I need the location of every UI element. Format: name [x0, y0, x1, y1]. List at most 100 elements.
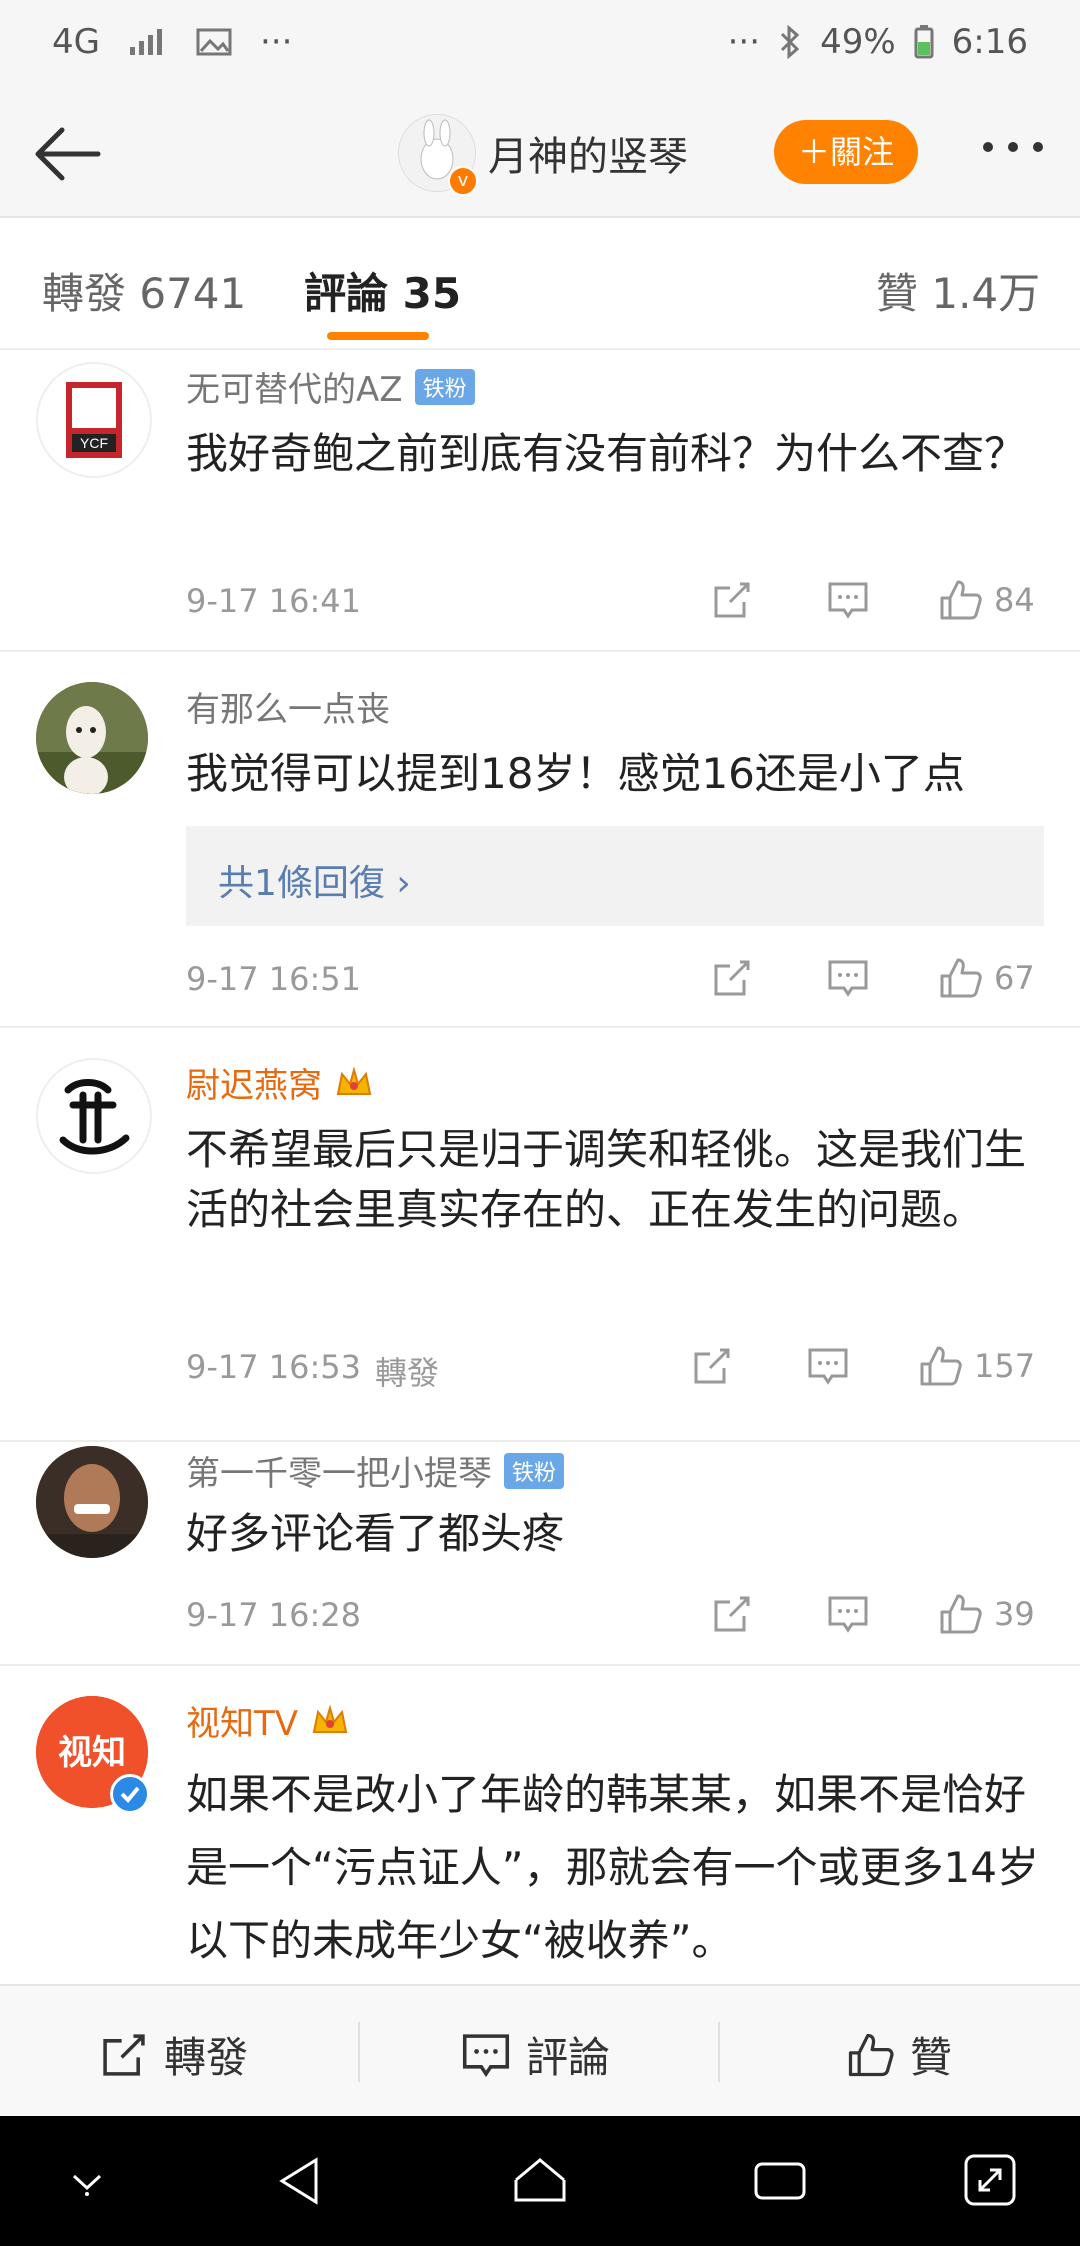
like-count: 67 — [994, 959, 1035, 997]
status-bar: 4G ··· ··· 49% 6:16 — [0, 0, 1080, 92]
comment-text: 不希望最后只是归于调笑和轻佻。这是我们生活的社会里真实存在的、正在发生的问题。 — [186, 1125, 1027, 1234]
avatar-image: YCF — [66, 382, 122, 458]
comment-text: 我好奇鲍之前到底有没有前科？为什么不查？ — [186, 429, 1027, 478]
comment-time: 9-17 16:28 — [186, 1596, 362, 1634]
thumbs-up-icon — [920, 1346, 962, 1386]
clock: 6:16 — [951, 22, 1028, 62]
reply-count-link[interactable]: 共1條回復 › — [218, 854, 411, 906]
comment-time: 9-17 16:51 — [186, 960, 362, 998]
vip-crown-icon — [336, 1065, 372, 1095]
comment-button[interactable]: 評論 — [460, 2024, 610, 2085]
fan-badge: 铁粉 — [414, 368, 475, 405]
author-name[interactable]: 月神的竖琴 — [488, 124, 688, 182]
like-button[interactable]: 贊 — [844, 2024, 952, 2085]
like-count: 84 — [994, 581, 1035, 619]
commenter-name-row: 尉迟燕窝 — [186, 1058, 374, 1107]
commenter-name-row: 无可替代的AZ 铁粉 — [186, 362, 475, 411]
vip-crown-icon — [312, 1703, 348, 1733]
like-action[interactable]: 67 — [936, 954, 1035, 1002]
commenter-name[interactable]: 无可替代的AZ — [186, 362, 403, 411]
share-icon[interactable] — [710, 956, 754, 1000]
recents-nav-icon[interactable] — [750, 2158, 810, 2204]
share-icon[interactable] — [710, 578, 754, 622]
thumbs-up-icon — [848, 2033, 894, 2076]
thumbs-up-icon — [940, 580, 982, 620]
bottom-action-bar: 轉發 評論 贊 — [0, 1984, 1080, 2118]
avatar-image — [59, 1079, 130, 1155]
comment-item: 有那么一点丧 我觉得可以提到18岁！感觉16还是小了点 共1條回復 › 9-17… — [0, 652, 1080, 1028]
commenter-name[interactable]: 尉迟燕窝 — [186, 1058, 322, 1107]
comment-icon — [462, 2033, 510, 2077]
back-arrow-icon[interactable] — [28, 118, 108, 190]
top-header: v 月神的竖琴 ＋關注 — [0, 92, 1080, 218]
like-count: 39 — [994, 1595, 1035, 1633]
comment-item: 第一千零一把小提琴 铁粉 好多评论看了都头疼 9-17 16:28 39 — [0, 1442, 1080, 1666]
repost-label[interactable]: 轉發 — [375, 1348, 439, 1394]
divider — [718, 2022, 720, 2082]
avatar-image — [36, 682, 148, 794]
comment-item: 尉迟燕窝 不希望最后只是归于调笑和轻佻。这是我们生活的社会里真实存在的、正在发生… — [0, 1028, 1080, 1442]
image-icon — [196, 28, 232, 56]
comment-text: 我觉得可以提到18岁！感觉16还是小了点 — [186, 749, 965, 798]
commenter-avatar[interactable] — [36, 1058, 152, 1174]
comment-time: 9-17 16:41 — [186, 582, 362, 620]
comment-label: 評論 — [526, 2033, 611, 2082]
system-nav-bar — [0, 2116, 1080, 2246]
share-icon[interactable] — [710, 1592, 754, 1636]
bluetooth-icon — [781, 25, 800, 59]
comment-icon[interactable] — [826, 1592, 870, 1636]
network-indicator: 4G — [52, 22, 100, 62]
fan-badge: 铁粉 — [504, 1452, 565, 1489]
tab-comment[interactable]: 評論 35 — [304, 260, 461, 321]
more-options-icon[interactable] — [978, 132, 1048, 162]
commenter-name-row: 有那么一点丧 — [186, 682, 390, 731]
like-action[interactable]: 157 — [916, 1342, 1035, 1390]
signal-icon — [129, 29, 162, 55]
repost-button[interactable]: 轉發 — [98, 2024, 248, 2085]
comment-time: 9-17 16:53 — [186, 1348, 362, 1386]
battery-percent: 49% — [820, 22, 896, 62]
follow-button[interactable]: ＋關注 — [774, 120, 918, 184]
active-tab-indicator — [327, 332, 429, 340]
comment-icon[interactable] — [826, 578, 870, 622]
comment-item: YCF 无可替代的AZ 铁粉 我好奇鲍之前到底有没有前科？为什么不查？ 9-17… — [0, 350, 1080, 652]
like-action[interactable]: 84 — [936, 576, 1035, 624]
comment-icon[interactable] — [806, 1344, 850, 1388]
tab-repost[interactable]: 轉發 6741 — [42, 260, 246, 321]
commenter-avatar[interactable] — [36, 682, 148, 794]
verified-badge-icon — [110, 1774, 150, 1814]
commenter-avatar[interactable] — [36, 1446, 148, 1558]
more-notifications: ··· — [259, 22, 293, 62]
share-icon[interactable] — [690, 1344, 734, 1388]
like-action[interactable]: 39 — [936, 1590, 1035, 1638]
like-label: 贊 — [910, 2033, 953, 2082]
commenter-name[interactable]: 有那么一点丧 — [186, 682, 390, 731]
commenter-name-row: 视知TV — [186, 1696, 350, 1745]
repost-label: 轉發 — [164, 2033, 249, 2082]
commenter-name[interactable]: 第一千零一把小提琴 — [186, 1446, 492, 1495]
commenter-name-row: 第一千零一把小提琴 铁粉 — [186, 1446, 565, 1495]
comment-icon[interactable] — [826, 956, 870, 1000]
verified-badge-icon: v — [448, 166, 478, 196]
avatar-text: YCF — [80, 435, 108, 451]
divider — [358, 2022, 360, 2082]
reply-thread[interactable]: 共1條回復 › — [186, 826, 1044, 926]
tab-bar: 轉發 6741 評論 35 贊 1.4万 — [0, 218, 1080, 350]
home-nav-icon[interactable] — [508, 2154, 572, 2208]
tab-like[interactable]: 贊 1.4万 — [876, 260, 1040, 321]
commenter-name[interactable]: 视知TV — [186, 1696, 298, 1745]
share-icon — [103, 2033, 145, 2076]
battery-icon — [914, 25, 934, 59]
avatar-image — [36, 1446, 148, 1558]
back-nav-icon[interactable] — [274, 2154, 324, 2208]
expand-nav-icon[interactable] — [962, 2152, 1018, 2208]
commenter-avatar[interactable]: YCF — [36, 362, 152, 478]
thumbs-up-icon — [940, 958, 982, 998]
more-status: ··· — [727, 22, 761, 62]
comment-meta: 9-17 16:53 轉發 — [186, 1348, 439, 1394]
comment-text: 如果不是改小了年龄的韩某某，如果不是恰好是一个“污点证人”，那就会有一个或更多1… — [186, 1770, 1039, 1965]
comment-item: 视知 视知TV 如果不是改小了年龄的韩某某，如果不是恰好是一个“污点证人”，那就… — [0, 1666, 1080, 1984]
comment-text: 好多评论看了都头疼 — [186, 1509, 565, 1558]
hide-keyboard-icon[interactable] — [62, 2160, 112, 2200]
like-count: 157 — [974, 1347, 1036, 1385]
